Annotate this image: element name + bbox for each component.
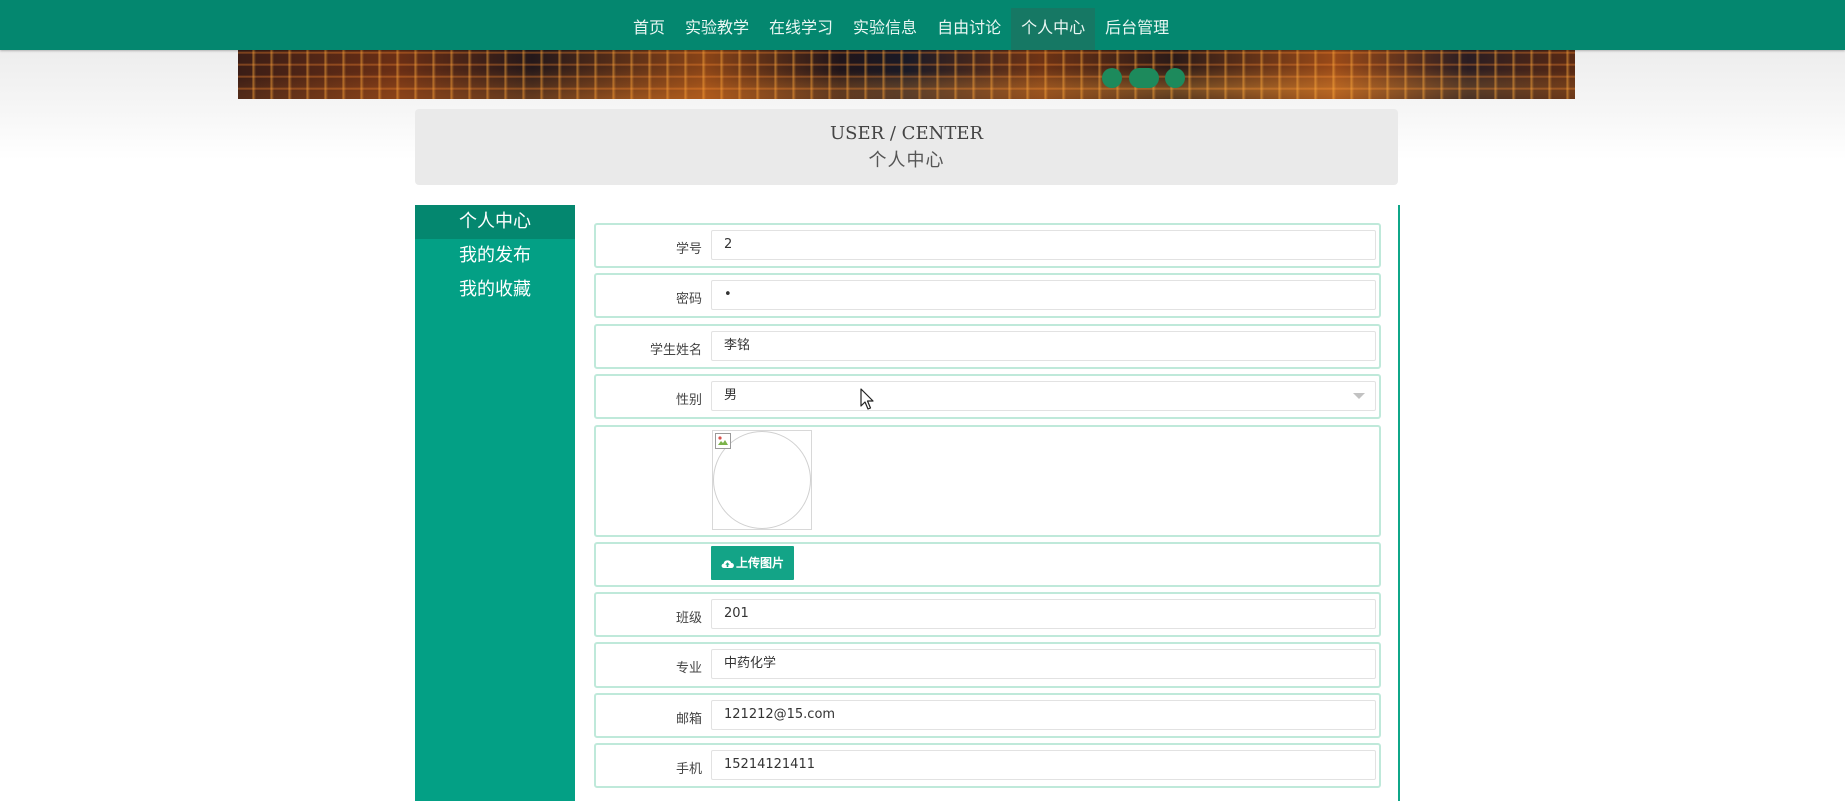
form-row-phone: 手机 15214121411 <box>594 743 1381 788</box>
upload-image-button[interactable]: 上传图片 <box>711 546 794 580</box>
avatar-preview <box>712 430 812 530</box>
student-id-input[interactable]: 2 <box>711 230 1376 260</box>
password-input[interactable]: • <box>711 280 1376 310</box>
student-name-label: 学生姓名 <box>649 343 702 358</box>
nav-list: 首页 实验教学 在线学习 实验信息 自由讨论 个人中心 后台管理 <box>623 0 1179 50</box>
carousel-dot-3[interactable] <box>1165 68 1185 88</box>
broken-image-icon <box>715 433 731 449</box>
form-row-password: 密码 • <box>594 273 1381 318</box>
banner-carousel <box>238 50 1575 99</box>
form-row-major: 专业 中药化学 <box>594 642 1381 688</box>
mouse-pointer-icon <box>860 388 874 410</box>
form-row-upload: 上传图片 <box>594 542 1381 587</box>
nav-item-admin[interactable]: 后台管理 <box>1095 8 1179 50</box>
major-label: 专业 <box>675 661 702 676</box>
gender-select[interactable]: 男 <box>711 381 1376 411</box>
form-row-avatar <box>594 425 1381 537</box>
nav-item-experiment-info[interactable]: 实验信息 <box>843 8 927 50</box>
class-input[interactable]: 201 <box>711 599 1376 629</box>
nav-item-home[interactable]: 首页 <box>623 8 675 50</box>
password-label: 密码 <box>675 292 702 307</box>
nav-item-online-learning[interactable]: 在线学习 <box>759 8 843 50</box>
banner-image <box>238 50 1575 99</box>
form-row-student-id: 学号 2 <box>594 223 1381 268</box>
email-label: 邮箱 <box>675 712 702 727</box>
chevron-down-icon <box>1353 393 1365 399</box>
upload-image-label: 上传图片 <box>735 556 784 570</box>
sidebar-item-my-posts[interactable]: 我的发布 <box>415 239 575 273</box>
cloud-upload-icon <box>721 560 734 569</box>
class-label: 班级 <box>675 611 702 626</box>
sidebar: 个人中心 我的发布 我的收藏 <box>415 205 575 801</box>
major-input[interactable]: 中药化学 <box>711 649 1376 679</box>
nav-item-user-center[interactable]: 个人中心 <box>1011 8 1096 50</box>
section-title-en: USER / CENTER <box>829 123 984 144</box>
form-row-student-name: 学生姓名 李铭 <box>594 324 1381 369</box>
nav-item-experiment-teaching[interactable]: 实验教学 <box>675 8 759 50</box>
form-row-email: 邮箱 121212@15.com <box>594 693 1381 738</box>
nav-item-free-discussion[interactable]: 自由讨论 <box>927 8 1011 50</box>
sidebar-item-my-favorites[interactable]: 我的收藏 <box>415 273 575 307</box>
student-name-input[interactable]: 李铭 <box>711 331 1376 361</box>
carousel-dot-1[interactable] <box>1102 68 1122 88</box>
form-row-gender: 性别 男 <box>594 374 1381 419</box>
gender-select-value: 男 <box>724 388 738 403</box>
top-nav: 首页 实验教学 在线学习 实验信息 自由讨论 个人中心 后台管理 <box>0 0 1845 50</box>
section-title-cn: 个人中心 <box>868 150 945 171</box>
section-header: USER / CENTER 个人中心 <box>415 109 1398 185</box>
phone-label: 手机 <box>675 762 702 777</box>
student-id-label: 学号 <box>675 242 702 257</box>
phone-input[interactable]: 15214121411 <box>711 750 1376 780</box>
email-input[interactable]: 121212@15.com <box>711 700 1376 730</box>
sidebar-item-user-center[interactable]: 个人中心 <box>415 205 575 239</box>
form-row-class: 班级 201 <box>594 592 1381 637</box>
content-border <box>1398 205 1400 801</box>
gender-label: 性别 <box>675 393 702 408</box>
carousel-dot-2[interactable] <box>1129 68 1159 88</box>
